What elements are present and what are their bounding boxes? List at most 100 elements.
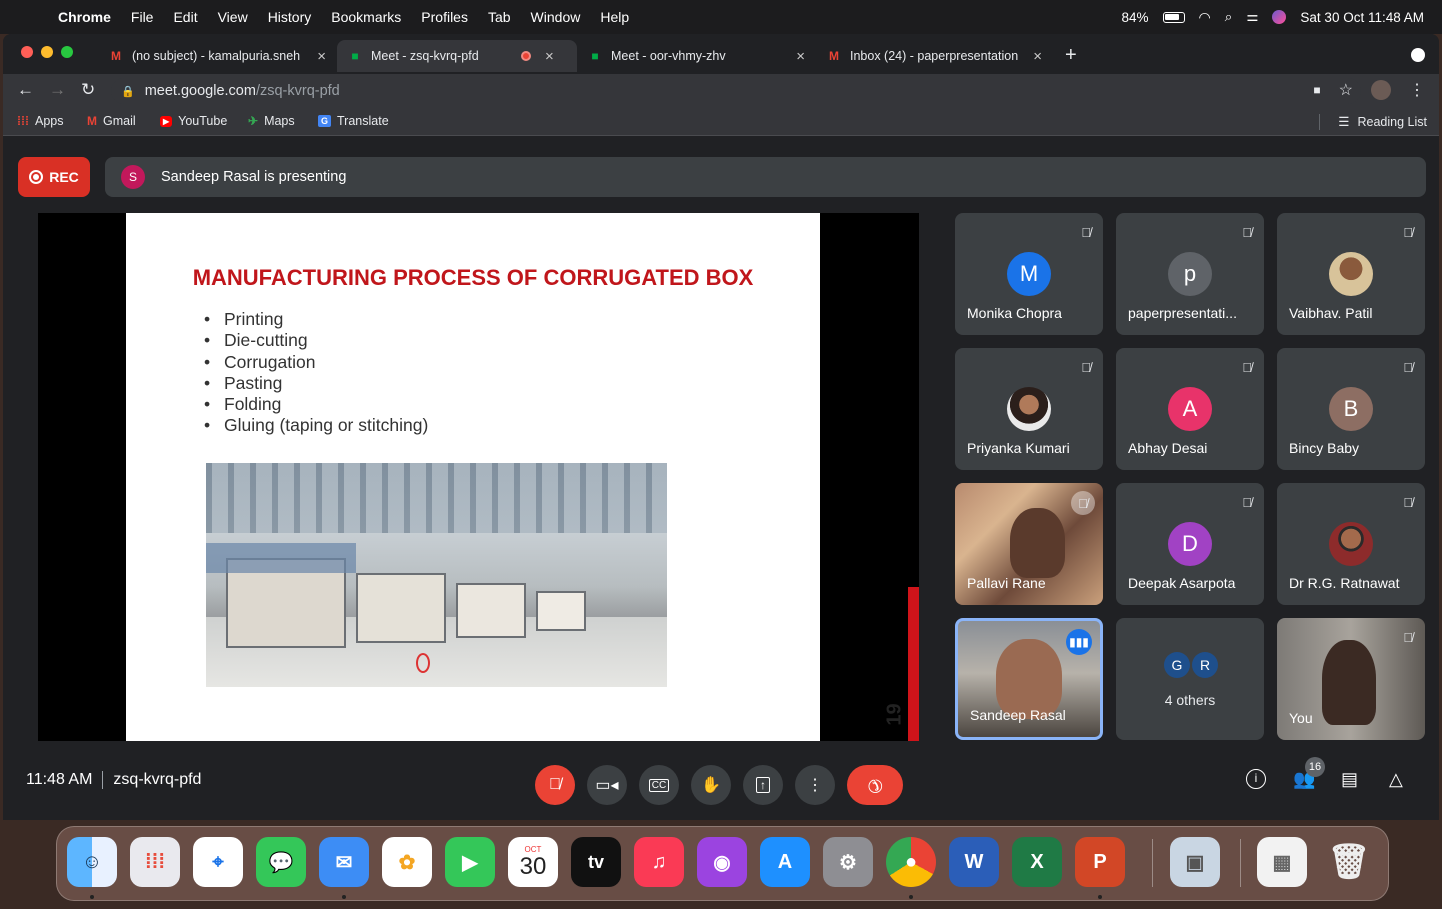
- menu-edit[interactable]: Edit: [173, 9, 197, 25]
- battery-icon[interactable]: [1162, 11, 1185, 23]
- chrome-icon[interactable]: ●: [886, 837, 936, 887]
- back-arrow-icon[interactable]: ←: [17, 80, 34, 100]
- close-tab-icon[interactable]: ×: [796, 48, 805, 65]
- present-now-button[interactable]: ↑: [743, 765, 783, 805]
- menubar-clock[interactable]: Sat 30 Oct 11:48 AM: [1300, 10, 1424, 25]
- finder-icon[interactable]: ☺: [67, 837, 117, 887]
- self-video-tile[interactable]: 🎙̸ You: [1277, 618, 1425, 740]
- tab-gmail-inbox[interactable]: M Inbox (24) - paperpresentation ×: [816, 40, 1052, 72]
- present-screen-icon: ↑: [756, 777, 770, 793]
- messages-icon[interactable]: 💬: [256, 837, 306, 887]
- mail-icon[interactable]: ✉: [319, 837, 369, 887]
- minimize-window-button[interactable]: [41, 46, 53, 58]
- tab-meet-zsq-kvrq-pfd[interactable]: ■ Meet - zsq-kvrq-pfd ×: [337, 40, 577, 72]
- participant-tile[interactable]: 🎙̸ D Deepak Asarpota: [1116, 483, 1264, 605]
- calendar-icon[interactable]: OCT 30: [508, 837, 558, 887]
- active-speaker-video-tile[interactable]: ▮▮▮ Sandeep Rasal: [955, 618, 1103, 740]
- preview-icon[interactable]: ▣: [1170, 837, 1220, 887]
- menu-profiles[interactable]: Profiles: [421, 9, 468, 25]
- bookmarks-divider: [1319, 114, 1320, 130]
- bookmark-label: Apps: [35, 114, 64, 128]
- menu-history[interactable]: History: [268, 9, 312, 25]
- activities-icon[interactable]: △: [1389, 769, 1403, 790]
- others-tile[interactable]: G R 4 others: [1116, 618, 1264, 740]
- bookmark-maps[interactable]: ✈ Maps: [248, 114, 295, 128]
- presentation-stage[interactable]: MANUFACTURING PROCESS OF CORRUGATED BOX …: [38, 213, 919, 741]
- bookmark-label: Gmail: [103, 114, 136, 128]
- tab-search-icon[interactable]: [1411, 48, 1425, 62]
- zoom-window-button[interactable]: [61, 46, 73, 58]
- camera-toggle-button[interactable]: ▭◂: [587, 765, 627, 805]
- profile-avatar[interactable]: [1371, 80, 1391, 100]
- powerpoint-icon[interactable]: P: [1075, 837, 1125, 887]
- participant-tile[interactable]: 🎙̸ p paperpresentati...: [1116, 213, 1264, 335]
- trash-icon[interactable]: 🗑: [1324, 837, 1374, 887]
- tab-title: Meet - oor-vhmy-zhv: [611, 49, 726, 63]
- app-store-icon[interactable]: A: [760, 837, 810, 887]
- tab-meet-oor-vhmy-zhv[interactable]: ■ Meet - oor-vhmy-zhv ×: [577, 40, 815, 72]
- raise-hand-button[interactable]: ✋: [691, 765, 731, 805]
- apps-grid-icon: ⁞⁞⁞: [17, 114, 29, 128]
- slide-title: MANUFACTURING PROCESS OF CORRUGATED BOX: [192, 265, 754, 290]
- meeting-info-icon[interactable]: i: [1246, 769, 1266, 789]
- bookmark-youtube[interactable]: ▶ YouTube: [160, 114, 227, 128]
- music-icon[interactable]: ♫: [634, 837, 684, 887]
- menu-bookmarks[interactable]: Bookmarks: [331, 9, 401, 25]
- system-preferences-icon[interactable]: ⚙: [823, 837, 873, 887]
- menu-window[interactable]: Window: [531, 9, 581, 25]
- participant-tile[interactable]: 🎙̸ M Monika Chopra: [955, 213, 1103, 335]
- reload-icon[interactable]: ↻: [81, 80, 95, 100]
- lock-icon[interactable]: 🔒: [121, 85, 135, 98]
- captions-button[interactable]: CC: [639, 765, 679, 805]
- meet-icon: ■: [351, 49, 359, 63]
- participant-tile[interactable]: 🎙̸ A Abhay Desai: [1116, 348, 1264, 470]
- excel-icon[interactable]: X: [1012, 837, 1062, 887]
- chrome-menu-icon[interactable]: ⋮: [1409, 80, 1425, 100]
- chat-icon[interactable]: ▤: [1341, 769, 1358, 790]
- safari-icon[interactable]: ⌖: [193, 837, 243, 887]
- menu-view[interactable]: View: [218, 9, 248, 25]
- microphone-toggle-button[interactable]: 🎙̸: [535, 765, 575, 805]
- bookmark-gmail[interactable]: M Gmail: [87, 114, 136, 128]
- recording-badge[interactable]: REC: [18, 157, 90, 197]
- menu-app-name[interactable]: Chrome: [58, 9, 111, 25]
- participant-tile[interactable]: 🎙̸ Vaibhav. Patil: [1277, 213, 1425, 335]
- reading-list-button[interactable]: ☰ Reading List: [1338, 114, 1427, 130]
- leave-call-button[interactable]: ✆: [847, 765, 903, 805]
- facetime-icon[interactable]: ▶: [445, 837, 495, 887]
- participant-tile[interactable]: 🎙̸ B Bincy Baby: [1277, 348, 1425, 470]
- tab-gmail-no-subject[interactable]: M (no subject) - kamalpuria.sneh ×: [98, 40, 336, 72]
- mic-off-icon: 🎙̸: [1242, 495, 1252, 510]
- close-tab-icon[interactable]: ×: [1033, 48, 1042, 65]
- speaking-indicator-icon: ▮▮▮: [1066, 629, 1092, 655]
- close-tab-icon[interactable]: ×: [545, 48, 554, 65]
- participant-video: [1322, 640, 1376, 725]
- participant-video-tile[interactable]: 🎙̸ Pallavi Rane: [955, 483, 1103, 605]
- close-window-button[interactable]: [21, 46, 33, 58]
- word-icon[interactable]: W: [949, 837, 999, 887]
- photos-icon[interactable]: ✿: [382, 837, 432, 887]
- address-bar[interactable]: 🔒 meet.google.com/zsq-kvrq-pfd: [111, 78, 1361, 104]
- camera-in-use-icon[interactable]: ■: [1313, 83, 1320, 97]
- close-tab-icon[interactable]: ×: [317, 48, 326, 65]
- spotlight-search-icon[interactable]: ⌕: [1225, 9, 1233, 25]
- menu-file[interactable]: File: [131, 9, 154, 25]
- new-tab-plus-icon[interactable]: +: [1065, 44, 1077, 67]
- podcasts-icon[interactable]: ◉: [697, 837, 747, 887]
- downloads-stack-icon[interactable]: ▦: [1257, 837, 1307, 887]
- url-host: meet.google.com: [144, 83, 256, 99]
- participant-tile[interactable]: 🎙̸ Priyanka Kumari: [955, 348, 1103, 470]
- control-center-icon[interactable]: ⚌: [1246, 9, 1258, 25]
- menu-help[interactable]: Help: [600, 9, 629, 25]
- apple-tv-icon[interactable]: tv: [571, 837, 621, 887]
- more-options-button[interactable]: ⋮: [795, 765, 835, 805]
- bookmark-star-icon[interactable]: ☆: [1339, 80, 1353, 100]
- bookmark-apps[interactable]: ⁞⁞⁞ Apps: [17, 114, 64, 128]
- forward-arrow-icon[interactable]: →: [49, 80, 66, 100]
- launchpad-icon[interactable]: ⁞⁞⁞: [130, 837, 180, 887]
- menu-tab[interactable]: Tab: [488, 9, 511, 25]
- bookmark-translate[interactable]: G Translate: [318, 114, 389, 128]
- siri-icon[interactable]: [1272, 10, 1287, 24]
- participant-tile[interactable]: 🎙̸ Dr R.G. Ratnawat: [1277, 483, 1425, 605]
- wifi-icon[interactable]: ◠: [1199, 9, 1211, 26]
